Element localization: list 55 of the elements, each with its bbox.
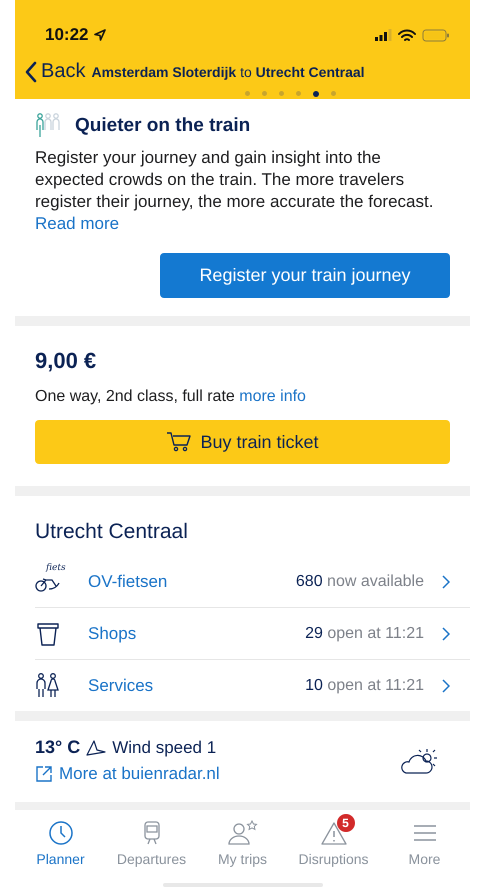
wind-arrow-icon [86,740,106,756]
station-row[interactable]: fiets OV-fietsen 680 now available [35,556,470,608]
wind-speed: Wind speed 1 [112,738,216,758]
notification-badge: 5 [336,814,354,832]
warning-icon [320,820,346,846]
price-label: 9,00 € [35,348,98,374]
chevron-right-icon [442,626,450,640]
row-status: 29 open at 11:21 [305,624,424,642]
tab-button[interactable]: More [380,812,470,867]
page-dot[interactable] [262,91,266,96]
row-status: 680 now available [296,572,424,590]
read-more-link[interactable]: Read more [35,214,120,233]
battery-icon [422,28,450,42]
row-status: 10 open at 11:21 [305,676,424,694]
chevron-right-icon [442,574,450,588]
row-label: Services [87,676,154,696]
more-info-link[interactable]: more info [239,388,306,405]
external-link-icon [35,765,53,783]
info-paragraph: Register your journey and gain insight into the expected crowds on the train. The more travelers register their journey, the more accurate the forecast. Read more [35,147,434,235]
people-icon [35,113,61,139]
card-title: Quieter on the train [75,115,250,137]
chevron-right-icon [442,678,450,692]
page-dot[interactable] [244,91,250,96]
buy-ticket-button[interactable]: Buy train ticket [35,420,450,464]
route-title: Amsterdam Sloterdijk to Utrecht Centraal [91,64,365,80]
page-dot[interactable] [312,91,318,97]
people-icon [35,672,61,698]
back-button[interactable]: Back [25,60,86,83]
tab-button[interactable]: 5 Disruptions [288,812,378,867]
weather-link[interactable]: More at buienradar.nl [35,764,220,784]
tab-button[interactable]: Planner [16,812,106,867]
signal-icon [374,29,392,41]
station-row[interactable]: Shops 29 open at 11:21 [35,608,470,660]
tab-button[interactable]: My trips [198,812,288,867]
row-label: OV-fietsen [87,572,168,592]
fiets-label: fiets [46,562,66,572]
clock-icon [48,820,74,846]
wifi-icon [398,28,416,42]
page-dot[interactable] [278,91,284,96]
fare-description: One way, 2nd class, full rate more info [35,388,307,406]
tab-button[interactable]: Departures [106,812,196,867]
temperature: 13° C [35,737,80,758]
clock-time: 10:22 [45,25,88,45]
page-dot[interactable] [330,91,336,96]
cart-icon [166,431,192,453]
chevron-left-icon [25,60,37,82]
register-button[interactable]: Register your train journey [160,253,450,298]
station-title: Utrecht Centraal [35,520,189,544]
row-label: Shops [87,624,138,644]
partly-cloudy-icon [400,746,440,774]
cup-icon [35,620,61,646]
person-star-icon [228,820,258,846]
location-arrow-icon [94,29,106,41]
station-row[interactable]: Services 10 open at 11:21 [35,660,470,711]
page-dot[interactable] [296,91,300,96]
